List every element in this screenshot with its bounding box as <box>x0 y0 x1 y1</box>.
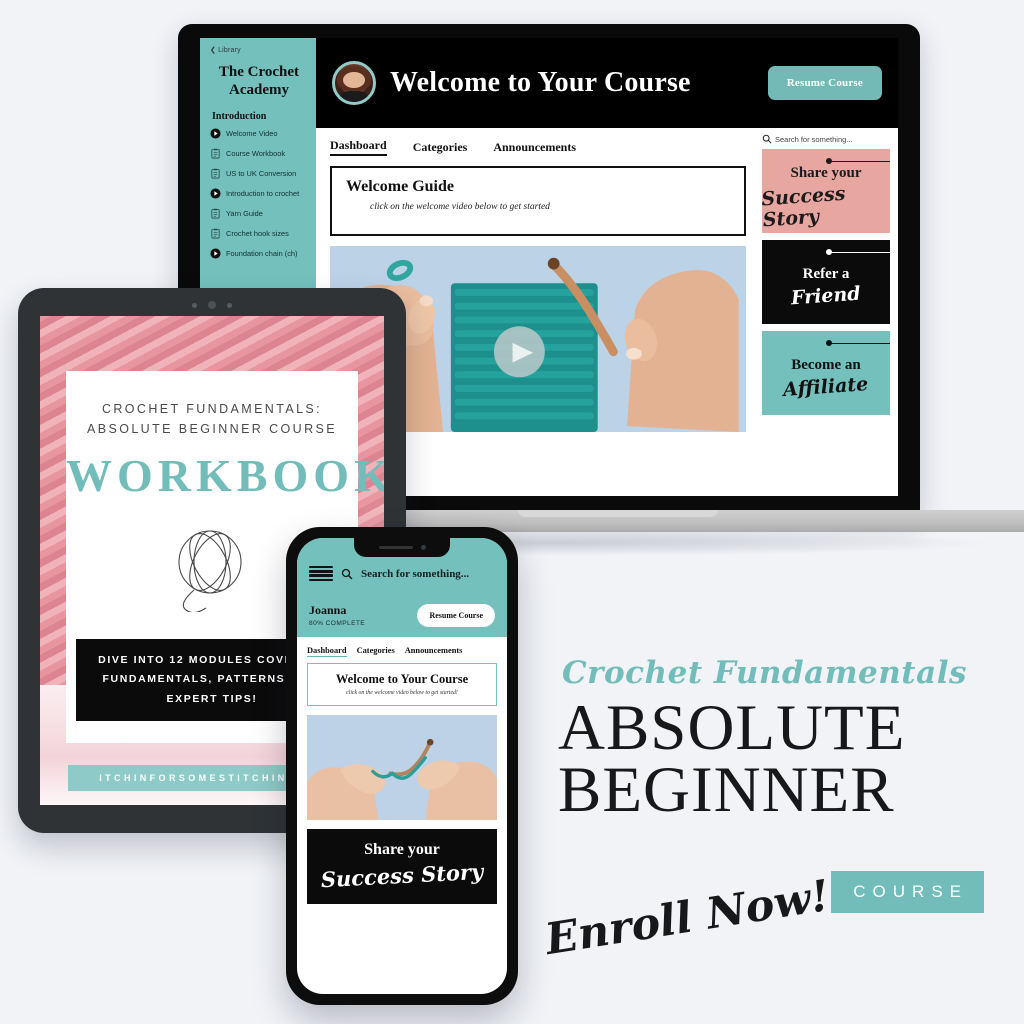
phone-welcome-card: Welcome to Your Course click on the welc… <box>307 663 497 706</box>
promo-title: Share your <box>790 164 862 181</box>
course-right-rail: Search for something... Share your Succe… <box>756 128 898 496</box>
clipboard-icon <box>211 149 220 159</box>
workbook-kicker-line-1: CROCHET FUNDAMENTALS: <box>101 402 323 416</box>
workbook-word: WORKBOOK <box>66 450 384 501</box>
phone-tabs: Dashboard Categories Announcements <box>297 637 507 663</box>
promo-become-an-affiliate[interactable]: Become an Affiliate <box>762 331 890 415</box>
marketing-headline-line-1: ABSOLUTE <box>558 692 906 764</box>
page-title: Welcome to Your Course <box>390 67 691 98</box>
sidebar-back-to-library[interactable]: ❮ Library <box>210 46 308 54</box>
phone-tab-announcements[interactable]: Announcements <box>405 646 463 657</box>
sidebar-lesson-introduction-to-crochet[interactable]: Introduction to crochet <box>210 188 308 199</box>
course-badge: COURSE <box>831 871 984 913</box>
phone-welcome-title: Welcome to Your Course <box>335 672 469 686</box>
promo-title: Refer a <box>802 266 850 283</box>
phone-tab-dashboard[interactable]: Dashboard <box>307 646 347 657</box>
course-topbar: Welcome to Your Course Resume Course <box>316 38 898 128</box>
promo-title: Become an <box>791 357 861 374</box>
sidebar-lesson-welcome-video[interactable]: Welcome Video <box>210 128 308 139</box>
search-bar[interactable]: Search for something... <box>762 134 890 144</box>
laptop-base-notch <box>518 510 718 517</box>
tab-announcements[interactable]: Announcements <box>493 140 576 155</box>
sidebar-lesson-foundation-chain[interactable]: Foundation chain (ch) <box>210 248 308 259</box>
promo-subtitle: Friend <box>790 282 862 310</box>
play-circle-icon <box>210 248 221 259</box>
promo-pin-line <box>826 251 890 253</box>
promo-subtitle: Affiliate <box>782 373 870 401</box>
workbook-kicker: CROCHET FUNDAMENTALS: ABSOLUTE BEGINNER … <box>66 399 358 439</box>
sidebar-lesson-label: US to UK Conversion <box>226 169 297 179</box>
clipboard-icon <box>211 209 220 219</box>
tablet-camera-row <box>192 301 232 309</box>
phone-promo-title: Share your <box>364 841 440 858</box>
tab-categories[interactable]: Categories <box>413 140 468 155</box>
sidebar-lesson-label: Course Workbook <box>226 149 286 159</box>
play-circle-icon <box>210 188 221 199</box>
workbook-kicker-line-2: ABSOLUTE BEGINNER COURSE <box>86 422 337 436</box>
hamburger-menu-icon[interactable] <box>309 566 333 581</box>
tab-dashboard[interactable]: Dashboard <box>330 138 387 156</box>
phone-search-row[interactable]: Search for something... <box>309 566 495 581</box>
sidebar-back-label: Library <box>218 47 241 54</box>
sidebar-lesson-label: Introduction to crochet <box>226 189 300 199</box>
chevron-left-icon: ❮ <box>210 47 217 54</box>
marketing-copy: Crochet Fundamentals ABSOLUTE BEGINNER C… <box>536 655 1006 1015</box>
phone-camera-icon <box>420 545 426 550</box>
sidebar-section-heading: Introduction <box>212 111 267 123</box>
avatar-face <box>343 72 365 89</box>
phone-speaker <box>378 546 413 549</box>
promo-share-success-story[interactable]: Share your Success Story <box>762 149 890 233</box>
phone-device: Search for something... Joanna 80% COMPL… <box>286 527 518 1005</box>
phone-tab-categories[interactable]: Categories <box>357 646 395 657</box>
promo-refer-a-friend[interactable]: Refer a Friend <box>762 240 890 324</box>
clipboard-icon <box>211 169 220 179</box>
enroll-now-cta[interactable]: Enroll Now! <box>542 871 833 965</box>
phone-resume-course-button[interactable]: Resume Course <box>417 604 495 627</box>
clipboard-icon <box>211 229 220 239</box>
welcome-guide-subtitle: click on the welcome video below to get … <box>370 202 550 212</box>
promo-pin-line <box>826 160 890 162</box>
marketing-headline: ABSOLUTE BEGINNER <box>558 692 1006 827</box>
sidebar-lesson-crochet-hook-sizes[interactable]: Crochet hook sizes <box>210 228 308 239</box>
welcome-guide-card: Welcome Guide click on the welcome video… <box>330 166 746 236</box>
academy-title: The Crochet Academy <box>218 64 300 98</box>
phone-notch <box>354 538 450 557</box>
phone-screen: Search for something... Joanna 80% COMPL… <box>297 538 507 994</box>
avatar-body <box>340 91 368 102</box>
play-circle-icon <box>210 128 221 139</box>
sidebar-lesson-yarn-guide[interactable]: Yarn Guide <box>210 208 308 219</box>
search-icon <box>762 134 772 144</box>
sidebar-lesson-course-workbook[interactable]: Course Workbook <box>210 148 308 159</box>
sidebar-lesson-label: Foundation chain (ch) <box>226 249 298 259</box>
search-icon <box>341 568 353 579</box>
promo-subtitle: Success Story <box>762 182 847 231</box>
phone-search-placeholder: Search for something... <box>361 567 470 580</box>
promo-pin-line <box>826 342 890 344</box>
crochet-chain-hands-illustration <box>307 715 497 820</box>
marketing-script-line: Crochet Fundamentals <box>562 655 967 691</box>
sidebar-lesson-label: Crochet hook sizes <box>226 229 289 239</box>
course-tabs: Dashboard Categories Announcements <box>330 138 746 156</box>
promo-mockup-stage: ❮ Library The Crochet Academy Introductio… <box>0 0 1024 1024</box>
phone-welcome-subtitle: click on the welcome video below to get … <box>346 690 458 696</box>
sidebar-lesson-us-to-uk-conversion[interactable]: US to UK Conversion <box>210 168 308 179</box>
phone-promo-share-success-story[interactable]: Share your Success Story <box>307 829 497 904</box>
phone-promo-subtitle: Success Story <box>320 858 484 893</box>
resume-course-button[interactable]: Resume Course <box>767 66 882 100</box>
marketing-headline-line-2: BEGINNER <box>558 754 895 827</box>
search-placeholder: Search for something... <box>775 134 853 144</box>
sidebar-lesson-label: Yarn Guide <box>226 209 263 219</box>
welcome-guide-title: Welcome Guide <box>346 178 454 195</box>
sidebar-lesson-label: Welcome Video <box>226 129 278 139</box>
phone-video-player[interactable] <box>307 715 497 820</box>
avatar <box>332 61 376 105</box>
